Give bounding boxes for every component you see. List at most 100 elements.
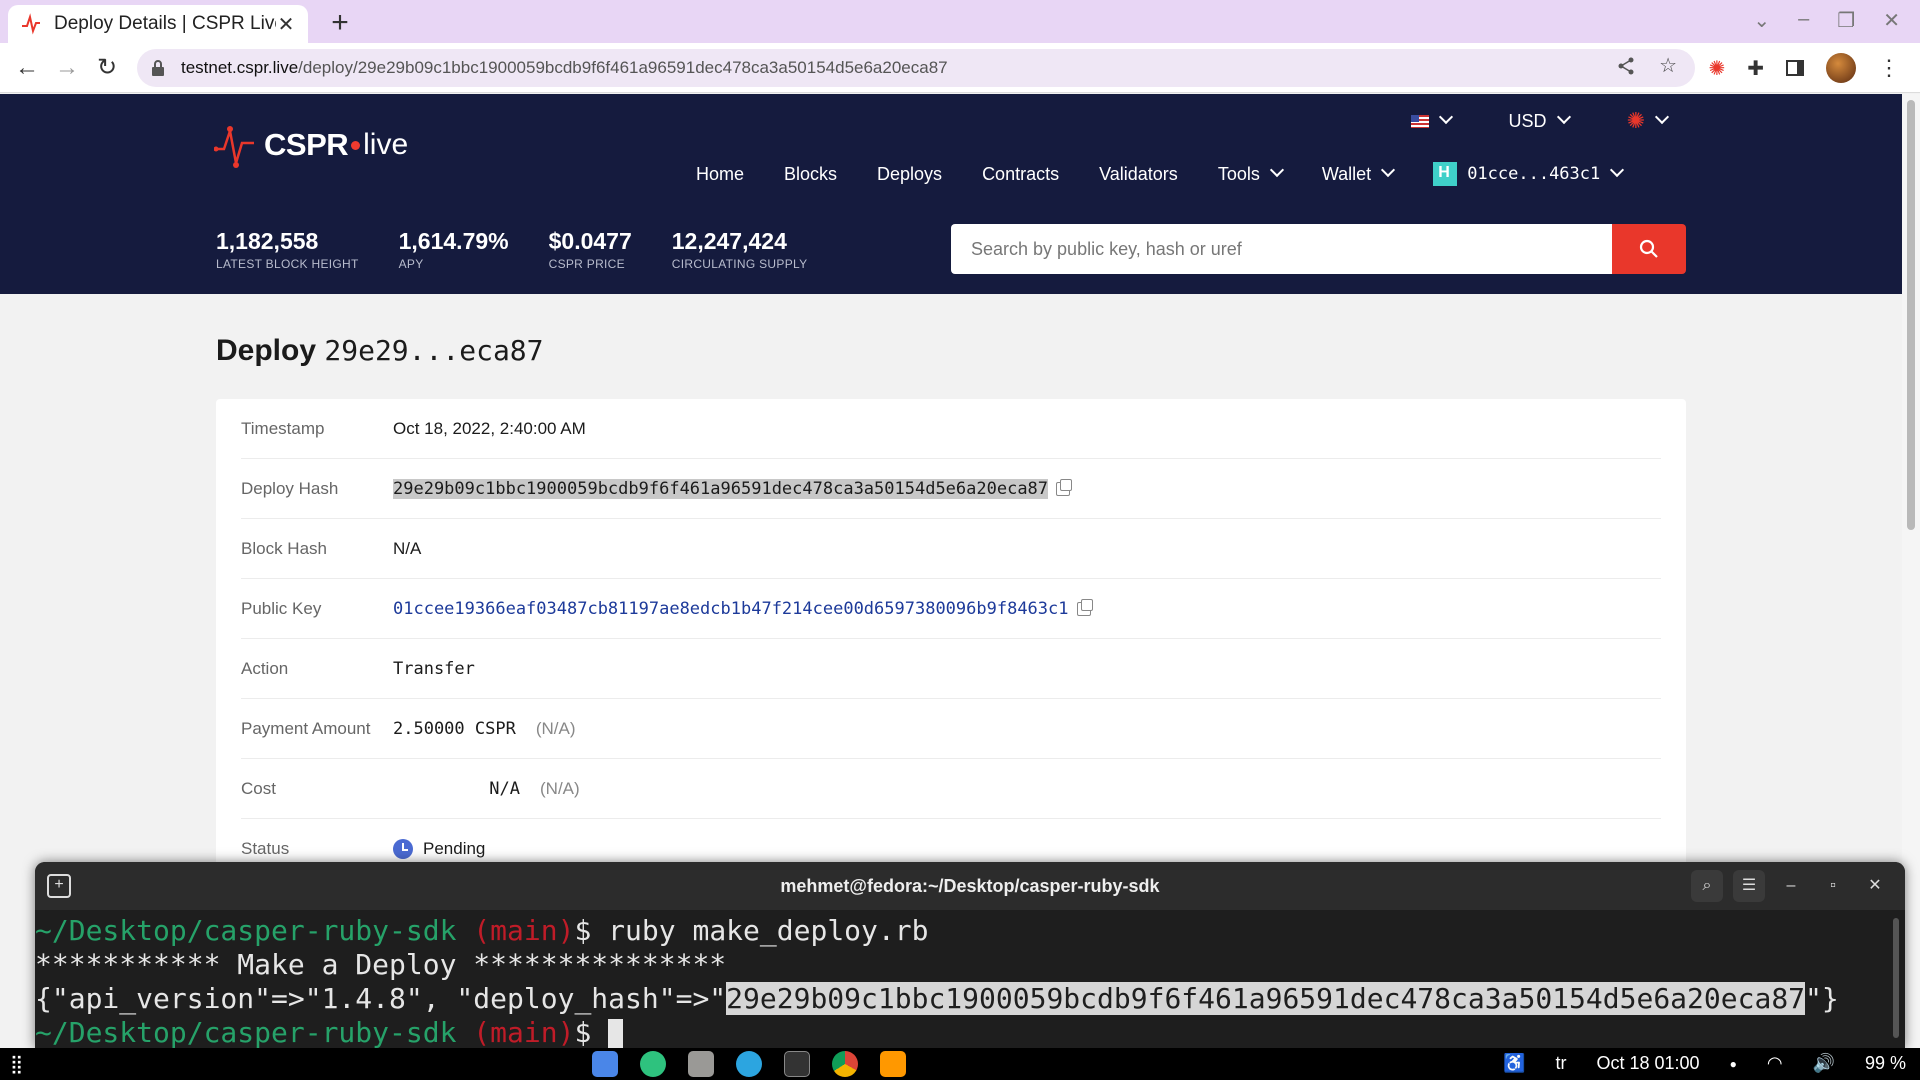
terminal-title: mehmet@fedora:~/Desktop/casper-ruby-sdk (780, 875, 1160, 896)
cost-usd: (N/A) (540, 778, 580, 798)
search-bar (951, 224, 1686, 274)
network-app-icon[interactable] (640, 1051, 666, 1077)
forward-icon[interactable]: → (50, 51, 84, 85)
terminal-app-icon[interactable] (784, 1051, 810, 1077)
window-controls: ⌄ – ❐ ✕ (1753, 8, 1900, 33)
extension-icons: ✺ ✚ ⋮ (1708, 53, 1900, 83)
terminal-output[interactable]: ~/Desktop/casper-ruby-sdk (main)$ ruby m… (35, 910, 1905, 1048)
app-grid-icon[interactable]: ⣿ (10, 1054, 23, 1075)
url-text: testnet.cspr.live/deploy/29e29b09c1bbc19… (181, 58, 948, 77)
language-selector[interactable] (1410, 109, 1453, 128)
stat-supply: 12,247,424 CIRCULATING SUPPLY (671, 228, 808, 271)
sublime-text-icon[interactable] (880, 1051, 906, 1077)
terminal-scrollbar[interactable] (1893, 918, 1899, 1038)
back-icon[interactable]: ← (10, 51, 44, 85)
tab-close-icon[interactable]: ✕ (276, 12, 296, 37)
system-tray: ♿ tr Oct 18 01:00 ● ◠ 🔊 99 % (1503, 1053, 1906, 1074)
row-deploy-hash: Deploy Hash 29e29b09c1bbc1900059bcdb9f6f… (241, 459, 1661, 519)
nav-contracts[interactable]: Contracts (982, 164, 1059, 185)
lock-icon (152, 60, 164, 76)
sidebar-toggle-icon[interactable] (1786, 60, 1804, 76)
copy-icon[interactable] (1076, 598, 1093, 616)
row-action: Action Transfer (241, 639, 1661, 699)
wifi-icon[interactable]: ◠ (1767, 1053, 1783, 1074)
nav-tools[interactable]: Tools (1218, 162, 1284, 185)
currency-selector[interactable]: USD (1508, 109, 1571, 132)
share-icon[interactable] (1617, 57, 1635, 75)
files-icon[interactable] (592, 1051, 618, 1077)
profile-avatar[interactable] (1826, 53, 1856, 83)
puzzle-extensions-icon[interactable]: ✚ (1747, 56, 1764, 81)
cspr-live-logo[interactable]: CSPR live (214, 119, 408, 171)
copy-icon[interactable] (1056, 478, 1073, 496)
terminal-line: ~/Desktop/casper-ruby-sdk (main)$ (35, 1016, 1905, 1048)
terminal-close-icon[interactable]: ✕ (1859, 870, 1891, 902)
row-timestamp: Timestamp Oct 18, 2022, 2:40:00 AM (241, 399, 1661, 459)
site-header: CSPR live USD ✺ Home Blocks Deploys Cont… (0, 94, 1902, 294)
main-nav: Home Blocks Deploys Contracts Validators… (696, 162, 1625, 186)
chevron-down-icon (1438, 109, 1453, 125)
logo-suffix: live (363, 128, 409, 161)
stat-apy: 1,614.79% APY (398, 228, 509, 271)
restore-icon[interactable]: ❐ (1837, 8, 1855, 33)
status-badge: Pending (423, 839, 486, 858)
currency-label: USD (1508, 110, 1547, 131)
volume-icon[interactable]: 🔊 (1813, 1053, 1835, 1074)
chevron-down-icon (1654, 109, 1670, 125)
notification-dot-icon: ● (1729, 1056, 1737, 1071)
terminal-menu-icon[interactable]: ☰ (1733, 870, 1765, 902)
browser-tab[interactable]: Deploy Details | CSPR Live ✕ (8, 5, 308, 43)
tab-search-icon[interactable]: ⌄ (1753, 8, 1770, 33)
search-button[interactable] (1612, 224, 1686, 274)
public-key-link[interactable]: 01ccee19366eaf03487cb81197ae8edcb1b47f21… (393, 599, 1069, 619)
tab-title: Deploy Details | CSPR Live (54, 13, 276, 34)
terminal-controls: ⌕ ☰ – ▫ ✕ (1691, 870, 1891, 902)
nav-blocks[interactable]: Blocks (784, 164, 837, 185)
payment-amount-value: 2.50000 CSPR (393, 718, 516, 739)
close-window-icon[interactable]: ✕ (1883, 8, 1900, 33)
terminal-search-icon[interactable]: ⌕ (1691, 870, 1723, 902)
nav-validators[interactable]: Validators (1099, 164, 1178, 185)
chevron-down-icon (1610, 162, 1625, 178)
menu-kebab-icon[interactable]: ⋮ (1878, 55, 1900, 81)
browser-tab-bar: Deploy Details | CSPR Live ✕ + ⌄ – ❐ ✕ (0, 0, 1920, 43)
url-input[interactable]: testnet.cspr.live/deploy/29e29b09c1bbc19… (137, 49, 1695, 87)
network-stats: 1,182,558 LATEST BLOCK HEIGHT 1,614.79% AP… (216, 228, 847, 271)
logo-dot (351, 140, 361, 150)
dock (592, 1051, 906, 1077)
deploy-hash-value[interactable]: 29e29b09c1bbc1900059bcdb9f6f461a96591dec… (393, 478, 1049, 499)
nav-wallet[interactable]: Wallet (1322, 162, 1396, 185)
new-tab-icon[interactable]: + (325, 6, 355, 40)
new-terminal-tab-icon[interactable]: + (47, 874, 71, 898)
terminal-titlebar: + mehmet@fedora:~/Desktop/casper-ruby-sd… (35, 862, 1905, 910)
keyboard-layout[interactable]: tr (1556, 1053, 1567, 1074)
terminal-cursor (608, 1019, 624, 1048)
cspr-favicon-icon (22, 13, 40, 35)
battery-level[interactable]: 99 % (1865, 1053, 1906, 1074)
page-title: Deploy 29e29...eca87 (216, 334, 544, 367)
terminal-line: {"api_version"=>"1.4.8", "deploy_hash"=>… (35, 982, 1839, 1015)
logo-text: CSPR (264, 127, 349, 162)
nav-deploys[interactable]: Deploys (877, 164, 942, 185)
terminal-maximize-icon[interactable]: ▫ (1817, 870, 1849, 902)
bookmark-star-icon[interactable]: ☆ (1659, 56, 1677, 76)
accessibility-icon[interactable]: ♿ (1503, 1053, 1525, 1074)
chrome-icon[interactable] (832, 1051, 858, 1077)
casper-extension-icon[interactable]: ✺ (1708, 56, 1725, 81)
account-key: 01cce...463c1 (1467, 164, 1601, 184)
reload-icon[interactable]: ↻ (90, 51, 124, 85)
terminal-line: ~/Desktop/casper-ruby-sdk (main)$ ruby m… (35, 914, 929, 947)
telegram-icon[interactable] (736, 1051, 762, 1077)
clock[interactable]: Oct 18 01:00 (1597, 1053, 1700, 1074)
network-selector[interactable]: ✺ (1627, 108, 1670, 134)
scrollbar-thumb[interactable] (1907, 100, 1915, 530)
search-input[interactable] (951, 224, 1612, 274)
pending-clock-icon (393, 839, 413, 859)
nav-home[interactable]: Home (696, 164, 744, 185)
calculator-icon[interactable] (688, 1051, 714, 1077)
account-selector[interactable]: 01cce...463c1 (1433, 162, 1625, 186)
os-taskbar: ⣿ ♿ tr Oct 18 01:00 ● ◠ 🔊 99 % (0, 1048, 1920, 1080)
terminal-minimize-icon[interactable]: – (1775, 870, 1807, 902)
minimize-icon[interactable]: – (1798, 8, 1809, 33)
row-public-key: Public Key 01ccee19366eaf03487cb81197ae8… (241, 579, 1661, 639)
